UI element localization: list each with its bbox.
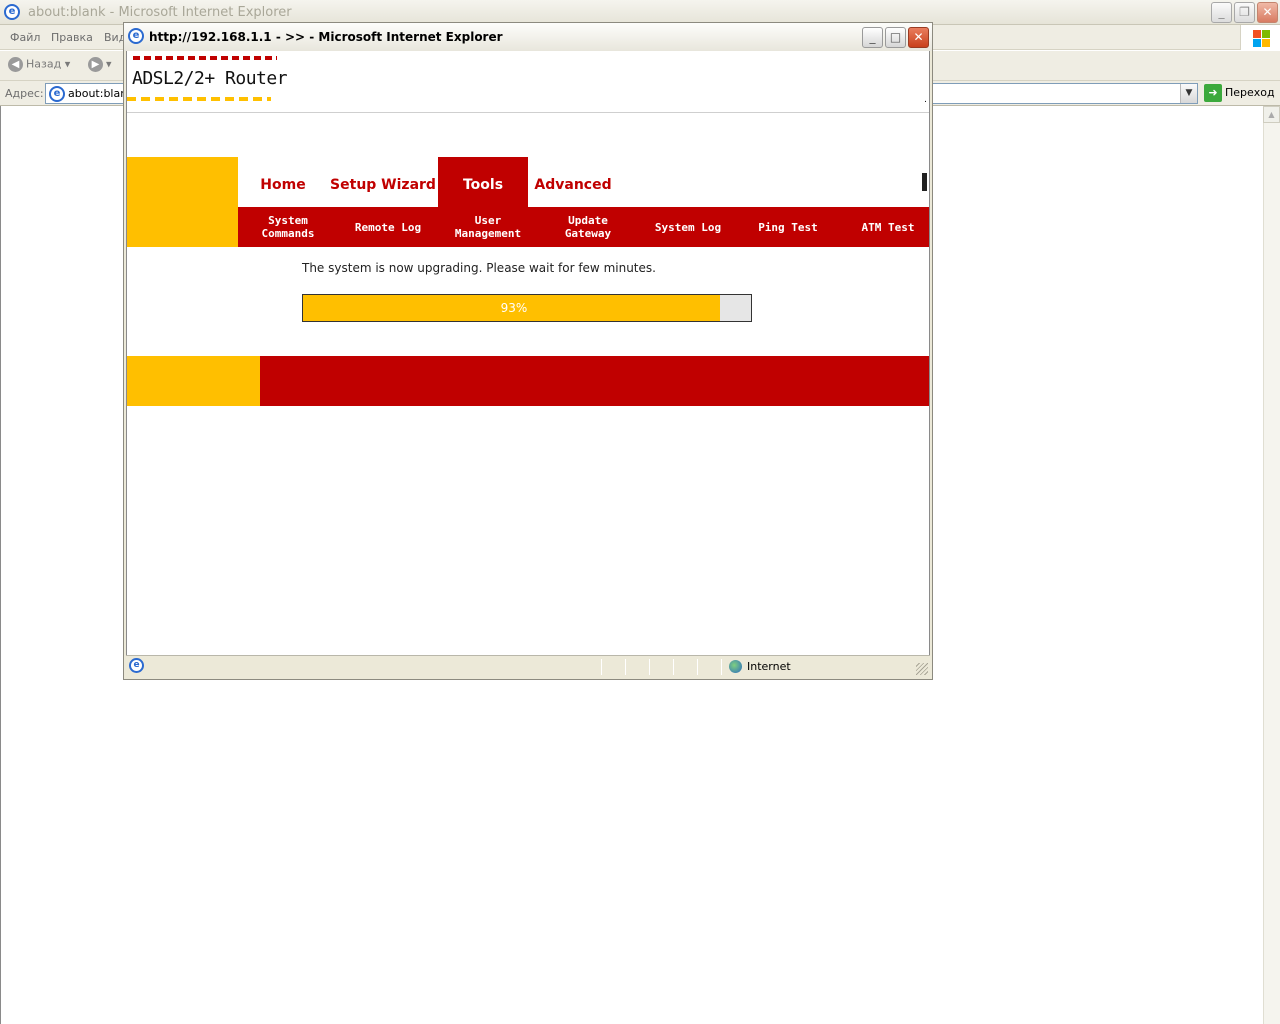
address-dropdown-button[interactable]: ▼ — [1180, 84, 1197, 103]
tab-setup-wizard[interactable]: Setup Wizard — [328, 157, 438, 207]
footer-yellow-block — [127, 356, 260, 406]
progress-label: 93% — [500, 301, 528, 315]
statusbar-separator — [649, 659, 650, 675]
nav-marker — [922, 173, 927, 191]
globe-icon — [729, 660, 742, 673]
go-arrow-icon: ➜ — [1204, 84, 1222, 102]
bg-scrollbar[interactable] — [1263, 106, 1280, 1024]
subtab-user-management[interactable]: User Management — [438, 207, 538, 247]
address-label: Адрес: — [5, 87, 44, 100]
statusbar-separator — [601, 659, 602, 675]
subtab-update-gateway[interactable]: Update Gateway — [538, 207, 638, 247]
statusbar-separator — [625, 659, 626, 675]
back-button[interactable]: ◀ Назад ▾ — [8, 57, 70, 75]
ie-page-icon: e — [4, 4, 20, 20]
popup-titlebar[interactable]: e http://192.168.1.1 - >> - Microsoft In… — [124, 23, 932, 51]
nav-left-block — [127, 157, 238, 247]
footer-red-bar — [260, 356, 929, 406]
menu-edit[interactable]: Правка — [51, 31, 93, 44]
restore-button[interactable]: ❐ — [1234, 2, 1255, 23]
tools-subnav: System Commands Remote Log User Manageme… — [238, 207, 929, 247]
popup-minimize-button[interactable]: _ — [862, 27, 883, 48]
subtab-system-log[interactable]: System Log — [638, 207, 738, 247]
go-button[interactable]: ➜ Переход — [1204, 84, 1275, 102]
logo-header: ADSL2/2+ Router . — [127, 51, 929, 113]
ie-page-icon: e — [49, 86, 65, 102]
router-page: ADSL2/2+ Router . Home Setup Wizard Tool… — [126, 51, 930, 676]
subtab-atm-test[interactable]: ATM Test — [838, 207, 929, 247]
statusbar-separator — [721, 659, 722, 675]
ie-page-icon: e — [129, 658, 144, 673]
upgrade-progress-bar: 93% — [302, 294, 752, 322]
forward-button[interactable]: ▶ ▾ — [88, 57, 112, 75]
logo-stripe-bottom — [127, 97, 271, 101]
ie-page-icon: e — [128, 28, 144, 44]
forward-arrow-icon: ▶ — [88, 57, 103, 72]
router-logo: ADSL2/2+ Router — [132, 68, 288, 89]
popup-title: http://192.168.1.1 - >> - Microsoft Inte… — [149, 30, 503, 44]
tab-advanced[interactable]: Advanced — [528, 157, 618, 207]
scroll-up-button[interactable]: ▲ — [1263, 106, 1280, 123]
menu-file[interactable]: Файл — [10, 31, 40, 44]
statusbar-separator — [697, 659, 698, 675]
resize-grip[interactable] — [916, 663, 928, 675]
popup-window: e http://192.168.1.1 - >> - Microsoft In… — [123, 22, 933, 680]
back-arrow-icon: ◀ — [8, 57, 23, 72]
minimize-button[interactable]: _ — [1211, 2, 1232, 23]
statusbar-separator — [673, 659, 674, 675]
subtab-remote-log[interactable]: Remote Log — [338, 207, 438, 247]
windows-flag-icon — [1240, 25, 1280, 50]
upgrade-status-message: The system is now upgrading. Please wait… — [302, 261, 656, 275]
tab-tools[interactable]: Tools — [438, 157, 528, 207]
security-zone-label: Internet — [747, 660, 791, 673]
close-button[interactable]: ✕ — [1257, 2, 1278, 23]
bg-window-title: about:blank - Microsoft Internet Explore… — [28, 5, 292, 20]
popup-statusbar: e Internet — [126, 655, 930, 677]
tab-home[interactable]: Home — [238, 157, 328, 207]
popup-close-button[interactable]: ✕ — [908, 27, 929, 48]
corner-mark: . — [924, 95, 927, 105]
subtab-system-commands[interactable]: System Commands — [238, 207, 338, 247]
popup-maximize-button[interactable]: □ — [885, 27, 906, 48]
subtab-ping-test[interactable]: Ping Test — [738, 207, 838, 247]
logo-stripe-top — [133, 56, 277, 60]
